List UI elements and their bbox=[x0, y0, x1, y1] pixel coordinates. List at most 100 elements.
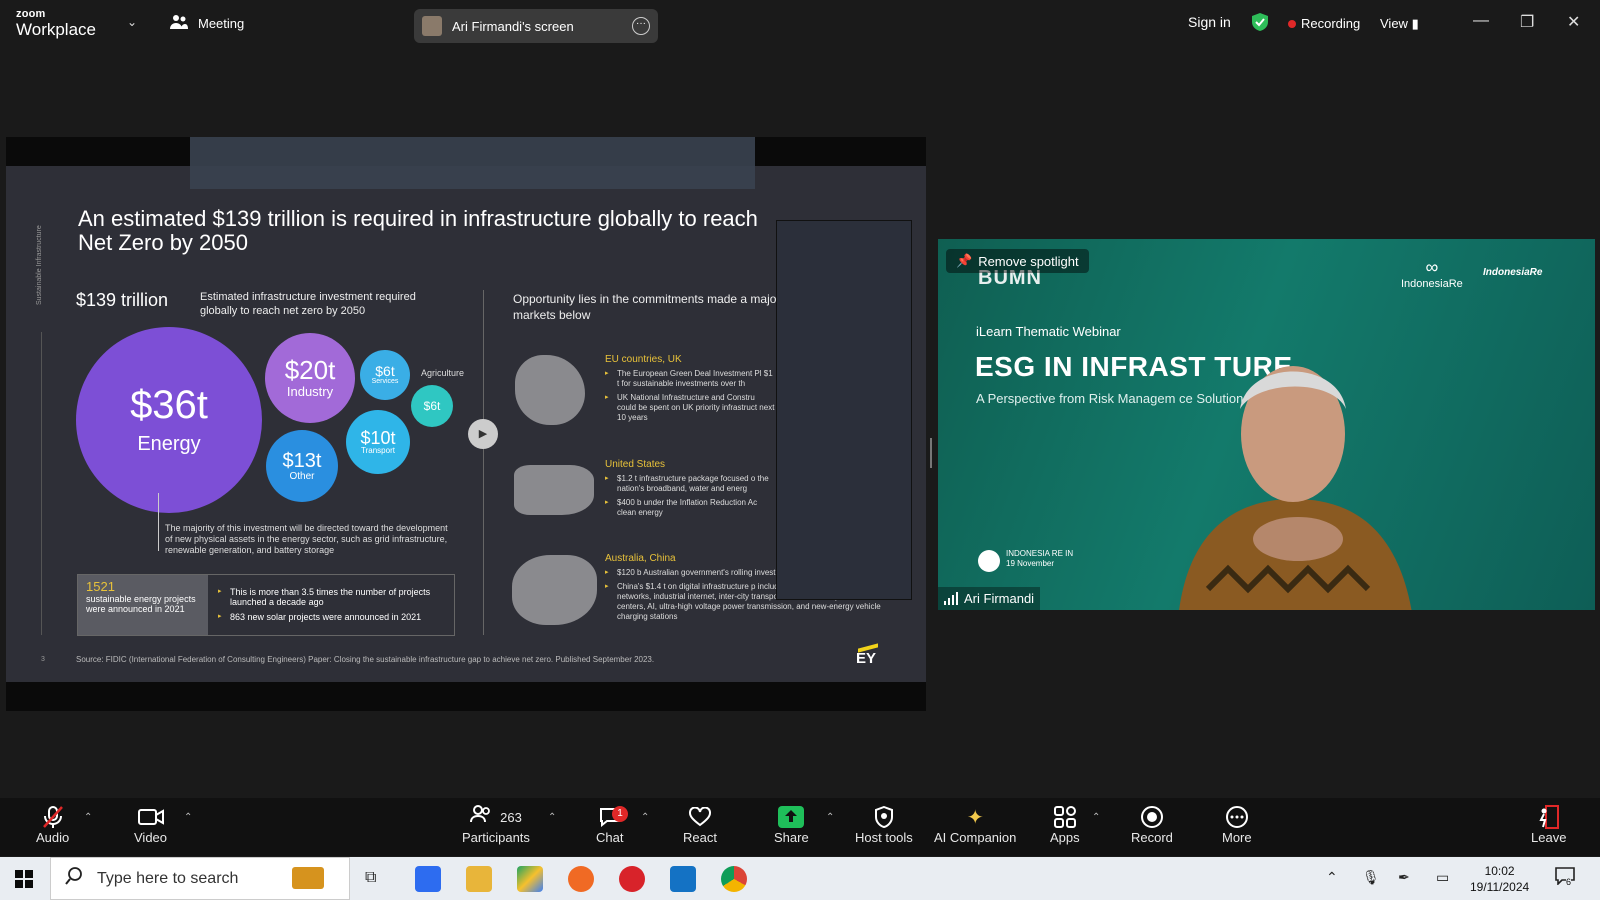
search-placeholder: Type here to search bbox=[97, 869, 239, 887]
bubble-value: $20t bbox=[284, 354, 336, 385]
restore-icon[interactable]: ❐ bbox=[1520, 12, 1534, 32]
apps-options-chevron-icon[interactable]: ⌃ bbox=[1092, 812, 1100, 823]
antivirus-icon[interactable] bbox=[619, 866, 645, 892]
video-button[interactable]: Video bbox=[134, 804, 167, 845]
task-view-icon[interactable]: ⧉ bbox=[365, 869, 376, 887]
zoom-app: zoom Workplace ⌄ Meeting Ari Firmandi's … bbox=[0, 0, 1600, 900]
slide-divider bbox=[483, 290, 484, 635]
chrome-icon[interactable] bbox=[721, 866, 747, 892]
chevron-up-icon[interactable]: ⌃ bbox=[1326, 869, 1338, 886]
more-button[interactable]: More bbox=[1222, 804, 1252, 845]
briefcase-icon[interactable] bbox=[292, 867, 324, 889]
google-drive-icon[interactable] bbox=[517, 866, 543, 892]
screen-share-label: Ari Firmandi's screen bbox=[452, 18, 574, 34]
react-button[interactable]: React bbox=[683, 804, 717, 845]
close-icon[interactable]: ✕ bbox=[1567, 12, 1580, 32]
signal-icon bbox=[944, 592, 958, 605]
audio-button[interactable]: Audio bbox=[36, 804, 69, 845]
bubble-energy: $36t Energy bbox=[76, 327, 262, 513]
stat-box: 1521 sustainable energy projects were an… bbox=[77, 574, 455, 636]
ai-companion-button[interactable]: ✦ AI Companion bbox=[934, 804, 1017, 846]
event-date: 19 November bbox=[1006, 559, 1055, 568]
chat-options-chevron-icon[interactable]: ⌃ bbox=[641, 812, 649, 823]
total-investment: $139 trillion bbox=[76, 290, 169, 310]
more-options-icon[interactable]: ··· bbox=[632, 17, 650, 35]
zoom-taskbar-icon[interactable] bbox=[415, 866, 441, 892]
meeting-menu[interactable]: Meeting bbox=[170, 14, 244, 33]
file-explorer-icon[interactable] bbox=[466, 866, 492, 892]
clock-time: 10:02 bbox=[1484, 864, 1515, 878]
video-tile[interactable]: BUMN ∞ IndonesiaRe IndonesiaRe iLearn The… bbox=[938, 239, 1595, 610]
participants-button[interactable]: 263 Participants bbox=[462, 804, 530, 845]
notifications-icon[interactable]: 6 bbox=[1554, 867, 1576, 889]
display-icon[interactable]: ▭ bbox=[1436, 869, 1449, 886]
chat-unread-badge: 1 bbox=[612, 806, 628, 822]
bubble-label: Transport bbox=[361, 445, 395, 455]
more-label: More bbox=[1222, 830, 1252, 845]
firefox-icon[interactable] bbox=[568, 866, 594, 892]
participants-options-chevron-icon[interactable]: ⌃ bbox=[548, 812, 556, 823]
participants-count: 263 bbox=[500, 809, 522, 825]
indonesiare-logo: ∞ IndonesiaRe bbox=[1401, 257, 1463, 290]
outlook-icon[interactable] bbox=[670, 866, 696, 892]
people-icon bbox=[170, 14, 188, 33]
audio-label: Audio bbox=[36, 830, 70, 845]
ey-logo: EY bbox=[856, 650, 877, 667]
record-button[interactable]: Record bbox=[1131, 804, 1173, 845]
leave-label: Leave bbox=[1531, 830, 1567, 845]
indonesiare-logo-secondary: IndonesiaRe bbox=[1483, 267, 1543, 278]
apps-icon bbox=[1053, 804, 1076, 830]
participant-name-tag: Ari Firmandi bbox=[938, 587, 1041, 610]
asia-map-icon bbox=[512, 555, 597, 625]
view-icon: ▮ bbox=[1411, 16, 1419, 31]
webinar-series: iLearn Thematic Webinar bbox=[976, 324, 1121, 339]
search-icon bbox=[65, 867, 83, 890]
audio-options-chevron-icon[interactable]: ⌃ bbox=[84, 812, 92, 823]
screen-share-pill[interactable]: Ari Firmandi's screen ··· bbox=[414, 9, 658, 43]
share-options-chevron-icon[interactable]: ⌃ bbox=[826, 812, 834, 823]
record-icon bbox=[1140, 804, 1164, 830]
zoom-brand[interactable]: zoom Workplace bbox=[16, 8, 96, 39]
slide-page-number: 3 bbox=[41, 656, 45, 663]
top-bar: zoom Workplace ⌄ Meeting Ari Firmandi's … bbox=[0, 0, 1600, 46]
mic-muted-icon bbox=[42, 804, 64, 830]
slide-side-line bbox=[41, 332, 42, 635]
share-button[interactable]: Share bbox=[774, 804, 809, 845]
stat-text: sustainable energy projects were announc… bbox=[86, 594, 196, 614]
resize-handle[interactable] bbox=[930, 438, 932, 468]
microphone-icon[interactable]: 🎙 bbox=[1362, 869, 1380, 886]
system-clock[interactable]: 10:02 19/11/2024 bbox=[1470, 863, 1529, 895]
ai-companion-label: AI Companion bbox=[934, 830, 1017, 845]
chevron-down-icon[interactable]: ⌄ bbox=[127, 15, 137, 29]
bubble-transport: $10t Transport bbox=[346, 410, 410, 474]
pin-icon: 📌 bbox=[956, 253, 973, 268]
apps-button[interactable]: Apps bbox=[1050, 804, 1080, 845]
list-item: $400 b under the Inflation Reduction Ac … bbox=[605, 498, 775, 518]
bubble-value: $6t bbox=[375, 363, 395, 380]
react-label: React bbox=[683, 830, 717, 845]
region-name: EU countries, UK bbox=[605, 354, 682, 365]
host-tools-label: Host tools bbox=[855, 830, 913, 845]
pen-icon[interactable]: ✒ bbox=[1398, 869, 1410, 886]
windows-start-icon[interactable] bbox=[15, 870, 33, 888]
leave-button[interactable]: Leave bbox=[1531, 804, 1566, 845]
play-icon[interactable]: ▶ bbox=[468, 419, 498, 449]
event-line: INDONESIA RE IN bbox=[1006, 549, 1074, 558]
bubble-value: $13t bbox=[282, 449, 322, 472]
minimize-icon[interactable]: — bbox=[1473, 12, 1489, 30]
recording-indicator[interactable]: Recording bbox=[1288, 16, 1360, 31]
sign-in-link[interactable]: Sign in bbox=[1188, 14, 1231, 30]
redacted-area-right bbox=[776, 220, 912, 600]
sparkle-icon: ✦ bbox=[966, 806, 984, 829]
clock-date: 19/11/2024 bbox=[1470, 880, 1530, 894]
windows-taskbar: Type here to search ⧉ ⌃ 🎙 ✒ ▭ 10:02 19/1… bbox=[0, 857, 1600, 900]
usa-map-icon bbox=[514, 465, 594, 515]
bubble-value: $10t bbox=[360, 427, 396, 448]
remove-spotlight-button[interactable]: 📌 Remove spotlight bbox=[946, 249, 1089, 273]
brand-top: zoom bbox=[16, 8, 46, 20]
host-tools-button[interactable]: Host tools bbox=[855, 804, 913, 845]
view-menu[interactable]: View ▮ bbox=[1380, 16, 1419, 32]
shield-icon[interactable] bbox=[1252, 13, 1268, 31]
video-options-chevron-icon[interactable]: ⌃ bbox=[184, 812, 192, 823]
list-item: The European Green Deal Investment Pl $1… bbox=[605, 369, 775, 389]
